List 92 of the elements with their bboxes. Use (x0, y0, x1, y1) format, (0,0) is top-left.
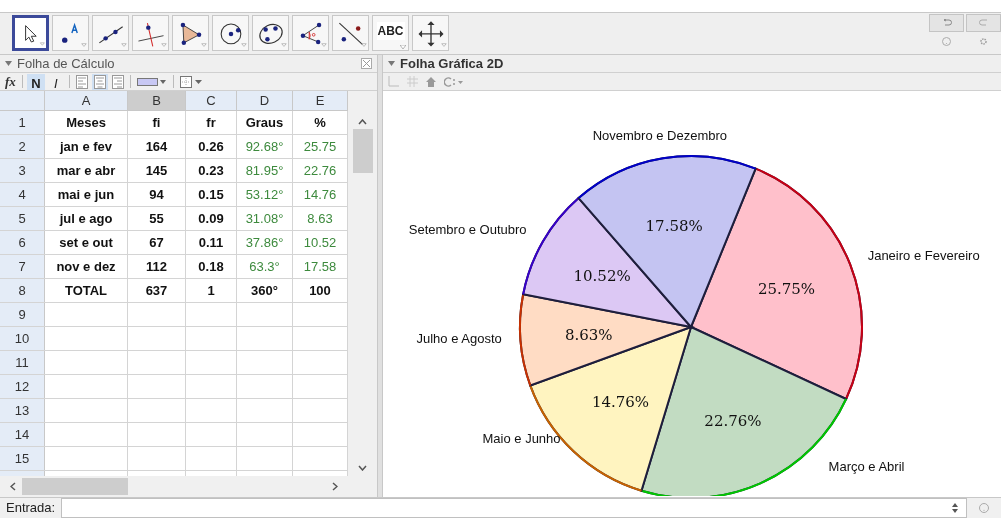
table-cell: 145 (128, 159, 186, 182)
row-header[interactable]: 12 (0, 375, 45, 398)
scroll-right-icon[interactable] (332, 482, 338, 491)
bold-button[interactable]: N (26, 73, 45, 90)
row-header[interactable]: 7 (0, 255, 45, 278)
table-cell: jul e ago (45, 207, 128, 230)
category-label: Maio e Junho (482, 430, 561, 446)
table-cell: jan e fev (45, 135, 128, 158)
scrollbar-thumb[interactable] (22, 478, 128, 495)
value-label: 17.58% (645, 216, 703, 235)
close-icon[interactable] (361, 58, 372, 69)
row-header[interactable]: 14 (0, 423, 45, 446)
table-cell: 0.15 (186, 183, 237, 206)
table-cell: 1 (186, 279, 237, 302)
table-cell: 0.09 (186, 207, 237, 230)
category-label: Janeiro e Fevereiro (867, 248, 980, 264)
point-capture-icon[interactable] (444, 76, 464, 87)
home-icon[interactable] (426, 76, 436, 87)
table-cell: fr (186, 111, 237, 134)
row-header[interactable]: 15 (0, 447, 45, 470)
table-cell: set e out (45, 231, 128, 254)
undo-icon (941, 19, 952, 27)
spinner-icon[interactable] (952, 503, 958, 513)
input-field[interactable] (61, 498, 967, 518)
collapse-icon[interactable] (5, 61, 12, 66)
settings-icon[interactable] (979, 37, 988, 46)
row-header[interactable]: 1 (0, 111, 45, 134)
table-cell: 360° (237, 279, 293, 302)
table-cell: fi (128, 111, 186, 134)
column-header[interactable]: A (45, 91, 128, 110)
table-cell: 0.26 (186, 135, 237, 158)
row-header[interactable]: 6 (0, 231, 45, 254)
dropdown-triangle-icon (400, 45, 406, 49)
row-header[interactable]: 13 (0, 399, 45, 422)
redo-icon (978, 19, 989, 27)
row-header[interactable]: 5 (0, 207, 45, 230)
table-cell: 164 (128, 135, 186, 158)
column-header[interactable]: D (237, 91, 293, 110)
category-label: Novembro e Dezembro (592, 128, 728, 144)
category-label: Março e Abril (828, 459, 905, 475)
table-cell: nov e dez (45, 255, 128, 278)
value-label: 22.76% (704, 411, 762, 430)
table-cell: 53.12° (237, 183, 293, 206)
category-label: Julho e Agosto (416, 331, 502, 347)
table-cell: Meses (45, 111, 128, 134)
tool-button[interactable] (12, 15, 49, 51)
row-header[interactable]: 2 (0, 135, 45, 158)
table-cell: 55 (128, 207, 186, 230)
table-cell: 63.3° (237, 255, 293, 278)
scroll-up-icon[interactable] (358, 119, 367, 125)
table-cell: 112 (128, 255, 186, 278)
table-cell: mai e jun (45, 183, 128, 206)
table-cell: 0.11 (186, 231, 237, 254)
table-cell: 0.18 (186, 255, 237, 278)
row-header[interactable]: 4 (0, 183, 45, 206)
formula-button[interactable]: fx (3, 71, 18, 92)
table-cell: 0.23 (186, 159, 237, 182)
scrollbar-thumb[interactable] (352, 129, 373, 173)
align-center-button[interactable] (91, 73, 108, 90)
table-cell: 94 (128, 183, 186, 206)
value-label: 10.52% (573, 266, 631, 285)
row-header[interactable]: 10 (0, 327, 45, 350)
input-label: Entrada: (5, 499, 57, 518)
table-cell: 31.08° (237, 207, 293, 230)
row-header[interactable]: 8 (0, 279, 45, 302)
column-header[interactable]: E (293, 91, 348, 110)
value-label: 14.76% (591, 392, 650, 411)
italic-button[interactable]: I (46, 73, 65, 90)
column-header[interactable]: C (186, 91, 237, 110)
scroll-down-icon[interactable] (358, 465, 367, 471)
panel-title: Folha Gráfica 2D (400, 54, 504, 73)
table-cell: 37.86° (237, 231, 293, 254)
scroll-left-icon[interactable] (10, 482, 16, 491)
value-label: 8.63% (564, 326, 613, 345)
row-header[interactable]: 9 (0, 303, 45, 326)
panel-title: Folha de Cálculo (17, 54, 115, 73)
table-cell: mar e abr (45, 159, 128, 182)
collapse-icon[interactable] (388, 61, 395, 66)
text-tool-button[interactable]: ABC (372, 15, 409, 51)
table-cell: 67 (128, 231, 186, 254)
row-header[interactable]: 3 (0, 159, 45, 182)
align-right-button[interactable] (109, 73, 126, 90)
table-cell: TOTAL (45, 279, 128, 302)
value-label: 25.75% (757, 280, 816, 299)
table-cell: 92.68° (237, 135, 293, 158)
table-cell: 637 (128, 279, 186, 302)
column-header[interactable]: B (128, 91, 186, 110)
align-left-button[interactable] (73, 73, 90, 90)
table-cell: 81.95° (237, 159, 293, 182)
category-label: Setembro e Outubro (408, 222, 527, 238)
table-cell: Graus (237, 111, 293, 134)
row-header[interactable]: 11 (0, 351, 45, 374)
